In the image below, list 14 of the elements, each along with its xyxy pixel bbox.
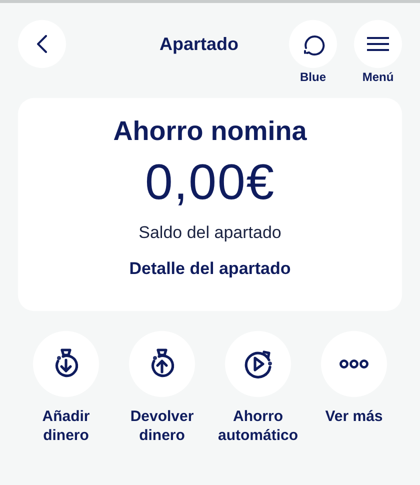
back-icon	[37, 35, 47, 53]
menu-icon	[367, 37, 389, 51]
action-button[interactable]: Ver más	[306, 331, 402, 445]
page-title: Apartado	[158, 33, 240, 56]
account-title: Ahorro nomina	[113, 116, 307, 147]
balance-caption: Saldo del apartado	[138, 223, 282, 243]
more-icon	[339, 359, 369, 369]
replay-icon	[242, 348, 274, 380]
balance-amount: 0,00€	[144, 153, 276, 211]
action-button[interactable]: Ahorro automático	[210, 331, 306, 445]
back-button[interactable]	[18, 20, 66, 68]
detail-link[interactable]: Detalle del apartado	[129, 259, 291, 279]
action-button[interactable]: Añadir dinero	[18, 331, 114, 445]
action-button[interactable]: Devolver dinero	[114, 331, 210, 445]
